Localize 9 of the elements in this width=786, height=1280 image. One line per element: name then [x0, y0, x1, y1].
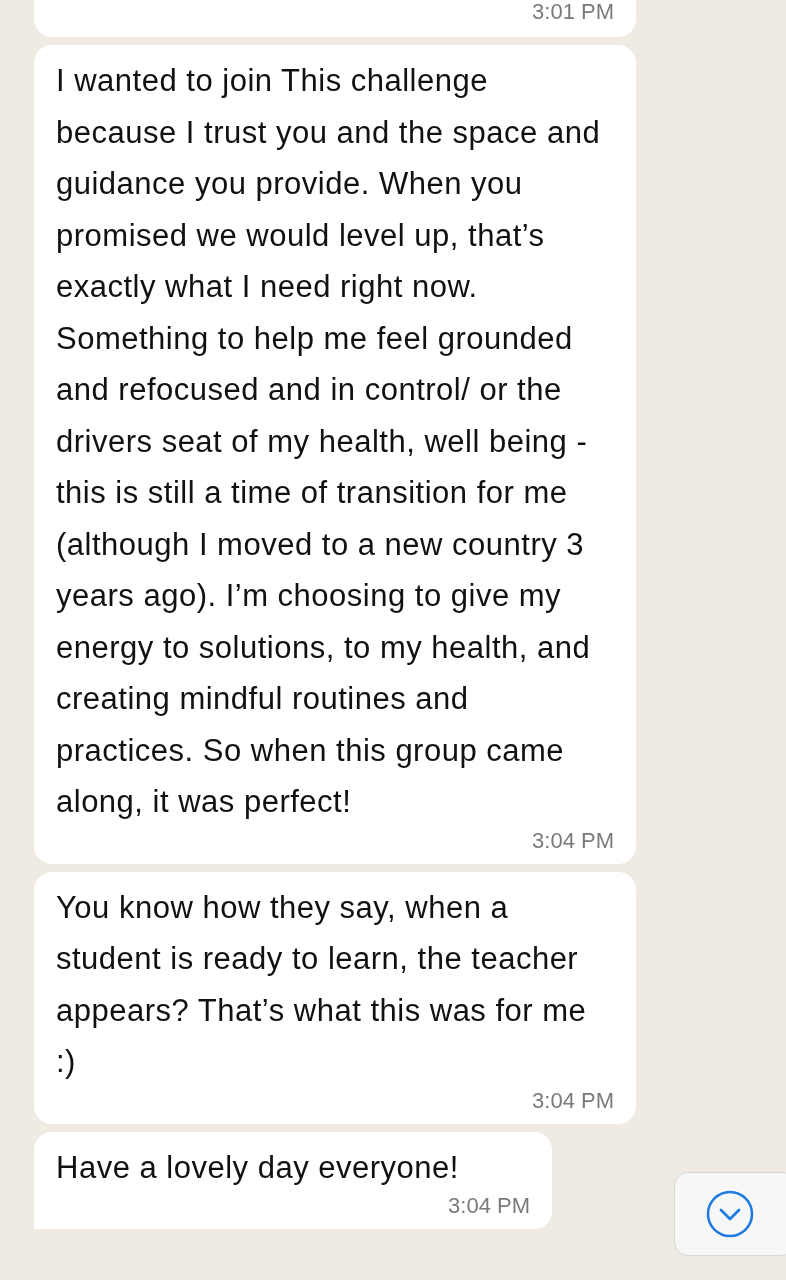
- message-time: 3:01 PM: [532, 0, 614, 25]
- message-text: Have a lovely day everyone!: [56, 1148, 460, 1187]
- message-time: 3:04 PM: [448, 1193, 530, 1219]
- message-text: You know how they say, when a student is ready to learn, the teacher appears? That’s what this was for me :): [56, 888, 588, 1081]
- scroll-down-button[interactable]: [674, 1172, 786, 1256]
- message-time: 3:04 PM: [532, 1087, 614, 1114]
- message-time: 3:04 PM: [532, 827, 614, 854]
- chevron-down-icon: [705, 1189, 755, 1239]
- message-text: I wanted to join This challenge because I trust you and the space and guidance you provide. When you promised we would level up, that’s exactly what I need right now. Something to help me feel grounded and refocused and in control/ or the drivers seat of my health, well being - this is still a time of transition for me (although I moved to a new country 3 years ago). I’m choosing to give my energy to solutions, to my health, and creating mindful routines and practices. So when this group came along, it was perfect!: [56, 62, 602, 821]
